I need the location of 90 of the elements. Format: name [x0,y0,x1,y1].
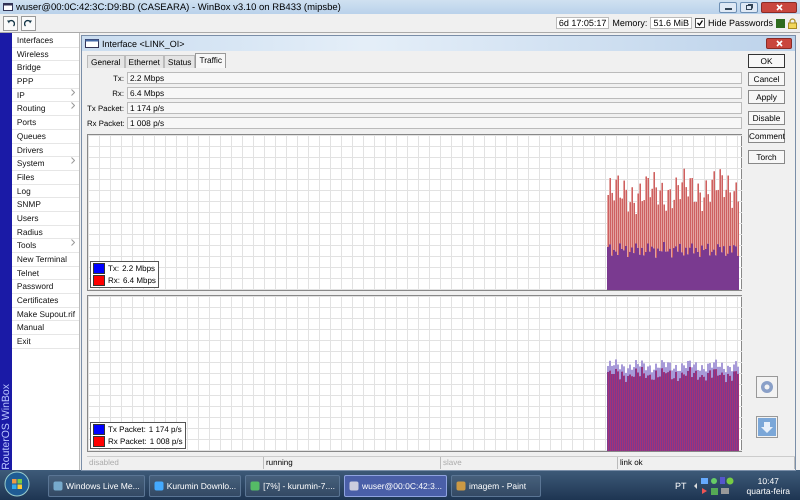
start-orb-icon [4,471,30,497]
menu-item[interactable]: Queues [12,130,79,144]
ring-icon [760,380,774,394]
close-button[interactable] [761,2,797,12]
redo-icon [24,18,33,28]
menu-item[interactable]: Manual [12,321,79,336]
uptime-field: 6d 17:05:17 [556,17,610,29]
clock-day: quarta-feira [746,486,790,496]
status-text: slave [441,457,618,469]
dialog-button[interactable]: Apply [748,90,785,104]
menu-item[interactable]: Exit [12,335,79,349]
menu-item[interactable]: Radius [12,226,79,240]
minimize-button[interactable] [719,2,737,12]
dialog-button[interactable]: Comment [748,129,785,143]
tab[interactable]: Traffic [195,53,226,68]
undo-icon [6,18,15,28]
hide-passwords-checkbox[interactable] [694,18,705,28]
window-icon [3,3,13,11]
menu-item[interactable]: Password [12,280,79,294]
taskbar-button[interactable]: [7%] - kurumin-7.... [245,474,340,496]
value-field: 2.2 Mbps [127,72,742,84]
menu-item[interactable]: Tools [16,239,36,252]
taskbar-button[interactable]: imagem - Paint [450,474,541,496]
status-text: disabled [87,457,264,469]
menu-item[interactable]: Ports [12,116,79,130]
app-icon [250,480,260,490]
app-icon [53,480,63,490]
check-icon [696,20,703,26]
close-button[interactable] [766,38,792,49]
memory-label: Memory: [612,18,648,28]
tab[interactable]: Ethernet [124,55,164,68]
menu-item[interactable]: Log [12,184,79,198]
legend-value: 2.2 Mbps [122,264,156,273]
legend-label: Rx: [108,276,120,285]
menu-item[interactable]: Wireless [12,48,79,62]
legend-value: 1 008 p/s [150,437,183,446]
lock-icon [788,18,797,28]
redo-button[interactable] [21,16,36,30]
status-square-icon [776,18,785,28]
menu-item[interactable]: System [16,157,45,170]
maximize-button[interactable] [740,2,758,12]
taskbar-button[interactable]: wuser@00:0C:42:3... [344,474,447,496]
app-icon [456,480,466,490]
dialog-button[interactable]: Torch [748,150,785,164]
clock-time: 10:47 [758,476,779,486]
menu-item[interactable]: SNMP [12,198,79,212]
legend-label: Tx: [108,264,120,273]
menu-item[interactable]: IP [16,88,25,102]
tab[interactable]: Status [164,55,196,68]
dialog-title: Interface <LINK_OI> [102,38,186,48]
app-icon [348,480,359,490]
window-icon [85,39,99,48]
menu-item[interactable]: Bridge [12,61,79,76]
menu-item[interactable]: Routing [16,102,46,116]
brand-label: RouterOS WinBox [0,383,12,470]
dialog-button[interactable]: Cancel [748,72,785,86]
window-title: wuser@00:0C:42:3C:D9:BD (CASEARA) - WinBox v3.10 on RB433 (mipsbe) [16,2,342,12]
restore-icon [746,4,752,10]
value-field: 1 174 p/s [127,102,742,114]
legend-label: Rx Packet: [108,437,147,446]
memory-field: 51.6 MiB [650,17,692,29]
status-text: link ok [618,457,795,469]
menu-item[interactable]: New Terminal [12,253,79,267]
taskbar-button[interactable]: Kurumin Downlo... [148,474,242,496]
app-icon [154,480,164,490]
menu-item[interactable]: Interfaces [12,34,79,48]
menu-item[interactable]: PPP [12,75,79,89]
menu-item[interactable]: Drivers [12,144,79,158]
menu-item[interactable]: Telnet [12,266,79,280]
menu-item[interactable]: Certificates [12,294,79,308]
value-field: 1 008 p/s [127,117,742,129]
legend-value: 1 174 p/s [148,425,182,434]
ring-icon-button[interactable] [756,376,778,398]
hide-passwords-label: Hide Passwords [708,18,773,28]
menu-item[interactable]: Users [12,212,79,226]
language-indicator[interactable]: PT [675,480,687,490]
status-text: running [264,457,441,469]
undo-button[interactable] [3,16,18,30]
taskbar-button[interactable]: Windows Live Me... [48,474,145,496]
tab[interactable]: General [87,55,125,68]
down-arrow-button[interactable] [756,416,778,438]
close-icon [776,4,782,10]
dialog-button[interactable]: Disable [748,111,785,125]
legend-label: Tx Packet: [108,425,146,434]
menu-item[interactable]: Make Supout.rif [12,308,79,322]
dialog-button[interactable]: OK [748,54,785,68]
close-icon [776,40,782,47]
menu-item[interactable]: Files [12,170,79,185]
value-field: 6.4 Mbps [127,87,742,99]
legend-value: 6.4 Mbps [123,276,156,285]
